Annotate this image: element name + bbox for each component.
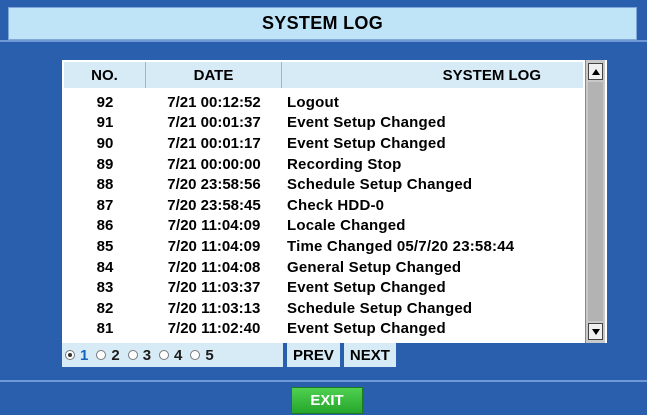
- row-number: 81: [96, 320, 114, 338]
- page-radio-group: 1 2 3 4 5: [62, 343, 283, 367]
- row-log-message: Event Setup Changed: [287, 134, 446, 152]
- pagination-bar: 1 2 3 4 5 PREV NEXT: [62, 343, 607, 367]
- footer-divider: [0, 380, 647, 382]
- row-number: 84: [96, 258, 114, 276]
- row-log-message: Check HDD-0: [287, 196, 385, 214]
- row-date: 7/21 00:12:52: [167, 93, 261, 111]
- page-label: 1: [80, 346, 89, 364]
- table-row[interactable]: 84 7/20 11:04:08 General Setup Changed: [64, 257, 583, 278]
- system-log-panel: NO. DATE SYSTEM LOG 92 7/21 00:12:52 Log…: [62, 60, 607, 343]
- title-divider: [0, 40, 647, 42]
- row-number: 86: [96, 217, 114, 235]
- row-log-message: Event Setup Changed: [287, 279, 446, 297]
- radio-icon[interactable]: [96, 350, 107, 360]
- row-log-message: Event Setup Changed: [287, 320, 446, 338]
- page-label: 3: [142, 346, 152, 364]
- row-date: 7/20 11:03:13: [167, 299, 261, 317]
- row-number: 88: [96, 176, 114, 194]
- row-date: 7/21 00:01:17: [167, 134, 261, 152]
- table-row[interactable]: 81 7/20 11:02:40 Event Setup Changed: [64, 319, 583, 340]
- row-log-message: Locale Changed: [287, 217, 406, 235]
- table-row[interactable]: 92 7/21 00:12:52 Logout: [64, 92, 583, 113]
- prev-page-button[interactable]: PREV: [287, 343, 340, 367]
- window-title-bar: SYSTEM LOG: [8, 7, 637, 40]
- row-log-message: Schedule Setup Changed: [287, 299, 473, 317]
- row-number: 92: [96, 93, 114, 111]
- column-header-no: NO.: [64, 62, 146, 88]
- row-log-message: Time Changed 05/7/20 23:58:44: [287, 237, 515, 255]
- row-log-message: Schedule Setup Changed: [287, 176, 473, 194]
- radio-icon[interactable]: [159, 350, 170, 360]
- row-date: 7/20 23:58:56: [167, 176, 261, 194]
- table-row[interactable]: 83 7/20 11:03:37 Event Setup Changed: [64, 277, 583, 298]
- row-number: 82: [96, 299, 114, 317]
- page-option-4[interactable]: 4: [159, 347, 182, 364]
- row-date: 7/20 11:04:09: [167, 217, 261, 235]
- row-date: 7/21 00:00:00: [167, 155, 261, 173]
- page-option-5[interactable]: 5: [190, 346, 214, 364]
- table-row[interactable]: 87 7/20 23:58:45 Check HDD-0: [64, 195, 583, 216]
- row-number: 85: [96, 237, 114, 255]
- row-number: 83: [96, 279, 114, 297]
- row-log-message: General Setup Changed: [287, 258, 462, 276]
- row-log-message: Logout: [287, 93, 340, 111]
- column-header-date: DATE: [146, 62, 282, 88]
- row-date: 7/21 00:01:37: [167, 114, 261, 132]
- table-row[interactable]: 90 7/21 00:01:17 Event Setup Changed: [64, 133, 583, 154]
- table-row[interactable]: 82 7/20 11:03:13 Schedule Setup Changed: [64, 298, 583, 319]
- next-page-button[interactable]: NEXT: [343, 343, 396, 367]
- table-row[interactable]: 91 7/21 00:01:37 Event Setup Changed: [64, 113, 583, 134]
- column-header-system-log: SYSTEM LOG: [442, 66, 541, 84]
- page-label: 5: [205, 346, 214, 364]
- row-number: 87: [96, 196, 114, 214]
- row-date: 7/20 11:04:08: [167, 258, 261, 276]
- row-log-message: Recording Stop: [287, 155, 402, 173]
- row-number: 90: [96, 134, 114, 152]
- row-date: 7/20 23:58:45: [167, 196, 261, 214]
- row-date: 7/20 11:03:37: [167, 279, 261, 297]
- radio-selected-icon[interactable]: [65, 350, 75, 360]
- exit-button[interactable]: EXIT: [291, 387, 363, 414]
- row-number: 91: [96, 114, 114, 132]
- row-number: 89: [96, 155, 114, 173]
- table-row[interactable]: 89 7/21 00:00:00 Recording Stop: [64, 154, 583, 175]
- window-title: SYSTEM LOG: [261, 13, 383, 33]
- table-header: NO. DATE SYSTEM LOG: [64, 62, 583, 88]
- page-label: 4: [174, 346, 183, 364]
- log-scrollbar[interactable]: [585, 60, 605, 343]
- scroll-down-button[interactable]: [588, 323, 603, 340]
- row-date: 7/20 11:02:40: [167, 320, 261, 338]
- scroll-up-button[interactable]: [588, 63, 603, 80]
- log-table-body: 92 7/21 00:12:52 Logout 91 7/21 00:01:37…: [64, 92, 583, 339]
- radio-icon[interactable]: [190, 350, 201, 360]
- row-date: 7/20 11:04:09: [167, 237, 261, 255]
- radio-icon[interactable]: [127, 350, 138, 360]
- page-option-2[interactable]: 2: [96, 346, 120, 364]
- arrow-down-icon: [591, 328, 600, 335]
- arrow-up-icon: [591, 68, 600, 75]
- page-option-3[interactable]: 3: [127, 346, 152, 364]
- scrollbar-thumb[interactable]: [588, 82, 603, 321]
- table-row[interactable]: 88 7/20 23:58:56 Schedule Setup Changed: [64, 174, 583, 195]
- page-option-1[interactable]: 1: [65, 347, 88, 364]
- table-row[interactable]: 85 7/20 11:04:09 Time Changed 05/7/20 23…: [64, 236, 583, 257]
- table-row[interactable]: 86 7/20 11:04:09 Locale Changed: [64, 216, 583, 237]
- page-label: 2: [111, 346, 120, 364]
- row-log-message: Event Setup Changed: [287, 114, 446, 132]
